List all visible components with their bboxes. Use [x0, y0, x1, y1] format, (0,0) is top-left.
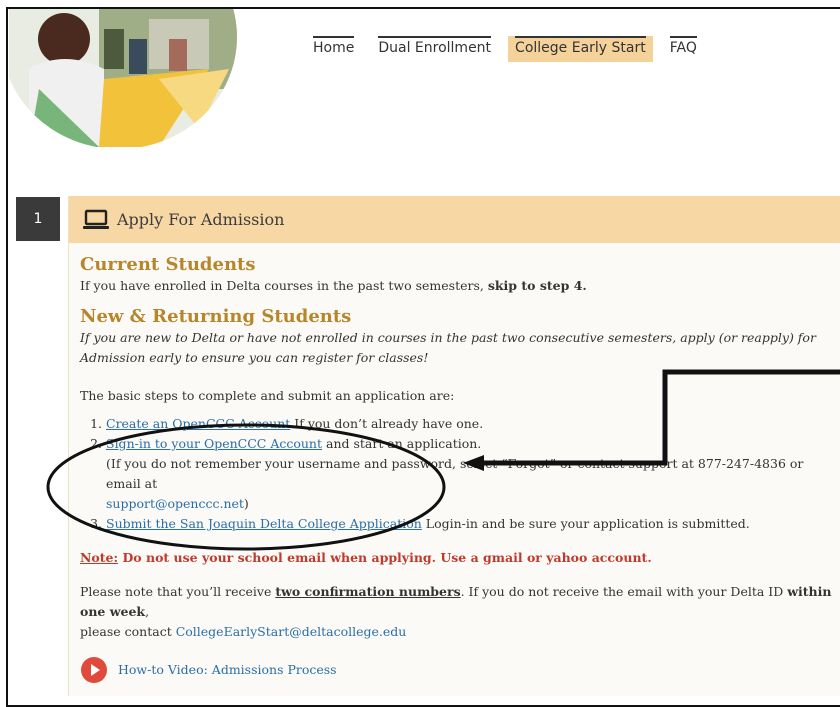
- confirmation-text: Please note that you’ll receive two conf…: [80, 582, 840, 642]
- list-item: Create an OpenCCC Account If you don’t a…: [106, 414, 840, 434]
- create-openccc-link[interactable]: Create an OpenCCC Account: [106, 416, 290, 431]
- step3-text: Login-in and be sure your application is…: [421, 516, 750, 531]
- step-content: Current Students If you have enrolled in…: [80, 254, 840, 684]
- play-icon: [81, 657, 107, 683]
- step2-note: (If you do not remember your username an…: [106, 456, 804, 491]
- contact-a: please contact: [80, 624, 176, 639]
- step2-text: and start an application.: [322, 436, 482, 451]
- confirm-e: ,: [145, 604, 150, 619]
- confirm-b: two confirmation numbers: [275, 584, 461, 599]
- confirm-a: Please note that you’ll receive: [80, 584, 276, 599]
- steps-intro: The basic steps to complete and submit a…: [80, 388, 455, 403]
- nav-dual-enrollment[interactable]: Dual Enrollment: [371, 36, 498, 62]
- current-students-text: If you have enrolled in Delta courses in…: [80, 276, 840, 296]
- step-header[interactable]: Apply For Admission: [69, 196, 840, 243]
- video-link-row[interactable]: How-to Video: Admissions Process: [80, 656, 840, 684]
- signin-openccc-link[interactable]: Sign-in to your OpenCCC Account: [106, 436, 322, 451]
- current-students-heading: Current Students: [80, 254, 256, 275]
- nav-faq[interactable]: FAQ: [663, 36, 704, 62]
- nav-college-early-start[interactable]: College Early Start: [508, 36, 653, 62]
- note-text: Do not use your school email when applyi…: [118, 550, 652, 565]
- step2-close: ): [243, 496, 249, 511]
- step-panel: Apply For Admission Current Students If …: [68, 196, 840, 696]
- submit-application-link[interactable]: Submit the San Joaquin Delta College App…: [106, 516, 422, 531]
- list-item: Sign-in to your OpenCCC Account and star…: [106, 434, 840, 514]
- step1-text: If you don’t already have one.: [290, 416, 484, 431]
- confirm-c: . If you do not receive the email with y…: [460, 584, 788, 599]
- current-text: If you have enrolled in Delta courses in…: [80, 278, 484, 293]
- support-email-link[interactable]: support@openccc.net: [106, 496, 244, 511]
- note-line: Note: Do not use your school email when …: [80, 548, 840, 568]
- new-returning-heading: New & Returning Students: [80, 306, 352, 327]
- laptop-icon: [83, 209, 109, 229]
- note-label: Note:: [80, 550, 119, 565]
- hero-image: [9, 9, 237, 147]
- nav-home[interactable]: Home: [306, 36, 361, 62]
- step-number-badge: 1: [16, 197, 60, 241]
- new-returning-intro: If you are new to Delta or have not enro…: [80, 330, 816, 365]
- college-early-start-email[interactable]: CollegeEarlyStart@deltacollege.edu: [176, 624, 407, 639]
- step-title: Apply For Admission: [117, 210, 285, 229]
- application-steps: Create an OpenCCC Account If you don’t a…: [80, 414, 840, 534]
- main-nav: Home Dual Enrollment College Early Start…: [306, 36, 714, 62]
- list-item: Submit the San Joaquin Delta College App…: [106, 514, 840, 534]
- video-link[interactable]: How-to Video: Admissions Process: [118, 660, 337, 680]
- skip-text: skip to step 4.: [487, 278, 587, 293]
